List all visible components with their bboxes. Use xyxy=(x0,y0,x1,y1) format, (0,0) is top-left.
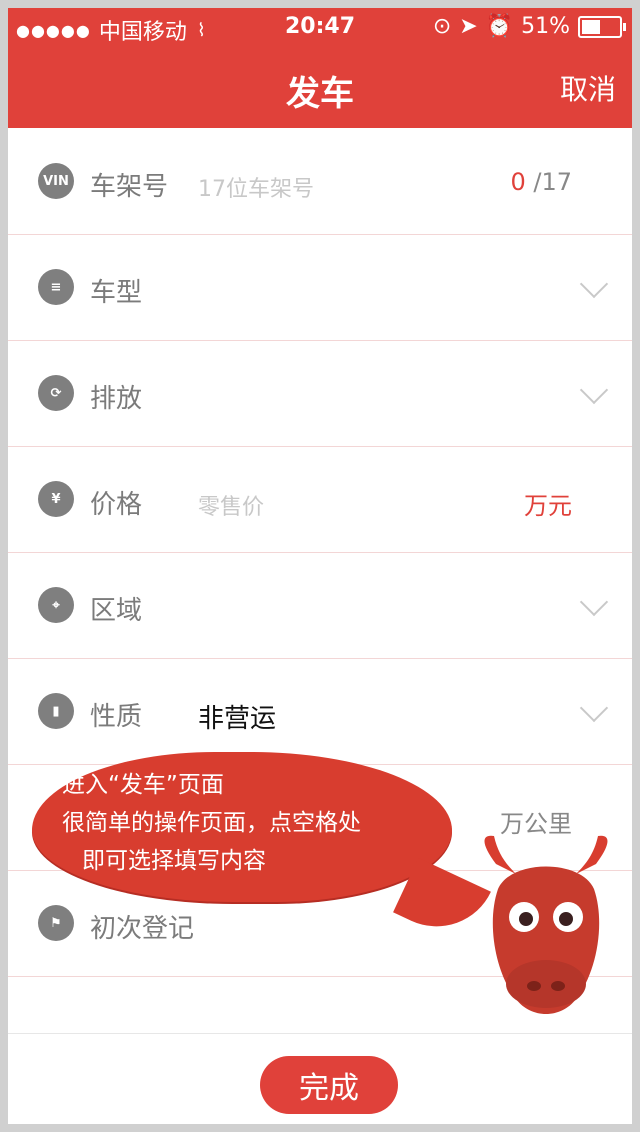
cow-muzzle xyxy=(506,960,586,1008)
footer-bar: 完成 xyxy=(8,1033,632,1124)
location-pin-icon: ⌖ xyxy=(38,587,74,623)
tooltip-line-3: 即可选择填写内容 xyxy=(82,848,266,874)
tooltip-text: 进入“发车”页面 很简单的操作页面，点空格处 即可选择填写内容 xyxy=(62,766,361,880)
chevron-down-icon[interactable] xyxy=(579,587,609,617)
list-icon: ≡ xyxy=(38,269,74,305)
cow-pupil-left xyxy=(519,912,533,926)
region-label: 区域 xyxy=(90,596,143,626)
emission-label: 排放 xyxy=(90,384,143,414)
status-bar: ●●●●● 中国移动 ⌇ 20:47 ⊙ ➤ ⏰ 51% xyxy=(8,8,632,48)
vin-label: 车架号 xyxy=(90,172,169,202)
nature-value[interactable]: 非营运 xyxy=(198,698,276,735)
row-nature[interactable]: ▮ 性质 非营运 xyxy=(8,658,632,765)
row-region[interactable]: ⌖ 区域 xyxy=(8,552,632,659)
alarm-icon: ⏰ xyxy=(485,14,514,39)
nature-label: 性质 xyxy=(90,702,143,732)
cow-horn-right xyxy=(576,835,608,874)
device-frame: ●●●●● 中国移动 ⌇ 20:47 ⊙ ➤ ⏰ 51% 发车 取消 VIN 车… xyxy=(0,0,640,1132)
model-label: 车型 xyxy=(90,278,143,308)
battery-icon xyxy=(578,15,626,38)
chevron-down-icon[interactable] xyxy=(579,693,609,723)
location-icon: ➤ xyxy=(459,14,478,39)
flag-icon: ⚑ xyxy=(38,905,74,941)
battery-percent: 51% xyxy=(521,14,570,39)
row-emission[interactable]: ⟳ 排放 xyxy=(8,340,632,447)
tooltip-line-2: 很简单的操作页面，点空格处 xyxy=(62,810,361,836)
tooltip-line-1: 进入“发车”页面 xyxy=(62,772,224,798)
vin-counter-current: 0 xyxy=(510,168,526,196)
price-label: 价格 xyxy=(90,490,143,520)
vin-input[interactable]: 17位车架号 xyxy=(198,171,314,203)
cow-horn-left xyxy=(484,835,516,874)
vin-counter: 0 /17 xyxy=(510,168,572,196)
vin-counter-total: /17 xyxy=(533,168,572,196)
cow-mascot xyxy=(484,835,608,1014)
first-registration-label: 初次登记 xyxy=(90,914,195,944)
done-button[interactable]: 完成 xyxy=(260,1056,398,1114)
chevron-down-icon[interactable] xyxy=(579,269,609,299)
lock-rotation-icon: ⊙ xyxy=(432,14,452,39)
cow-pupil-right xyxy=(559,912,573,926)
price-unit-text: 万元 xyxy=(524,492,572,520)
status-right: ⊙ ➤ ⏰ 51% xyxy=(432,14,626,39)
tooltip-bubble: 进入“发车”页面 很简单的操作页面，点空格处 即可选择填写内容 xyxy=(32,752,491,947)
row-price[interactable]: ¥ 价格 零售价 万元 xyxy=(8,446,632,553)
vin-icon: VIN xyxy=(38,163,74,199)
price-input[interactable]: 零售价 xyxy=(198,489,264,521)
cow-nostril-left xyxy=(527,981,541,991)
cow-nostril-right xyxy=(551,981,565,991)
cancel-button[interactable]: 取消 xyxy=(560,68,616,108)
header: ●●●●● 中国移动 ⌇ 20:47 ⊙ ➤ ⏰ 51% 发车 取消 xyxy=(8,8,632,128)
row-vin[interactable]: VIN 车架号 17位车架号 0 /17 xyxy=(8,128,632,235)
phone-screen: ●●●●● 中国移动 ⌇ 20:47 ⊙ ➤ ⏰ 51% 发车 取消 VIN 车… xyxy=(8,8,632,1124)
refresh-icon: ⟳ xyxy=(38,375,74,411)
yuan-icon: ¥ xyxy=(38,481,74,517)
page-title: 发车 xyxy=(286,74,354,114)
price-unit: 万元 xyxy=(524,486,572,521)
chevron-down-icon[interactable] xyxy=(579,375,609,405)
row-model[interactable]: ≡ 车型 xyxy=(8,234,632,341)
bookmark-icon: ▮ xyxy=(38,693,74,729)
battery-fill xyxy=(582,19,601,34)
